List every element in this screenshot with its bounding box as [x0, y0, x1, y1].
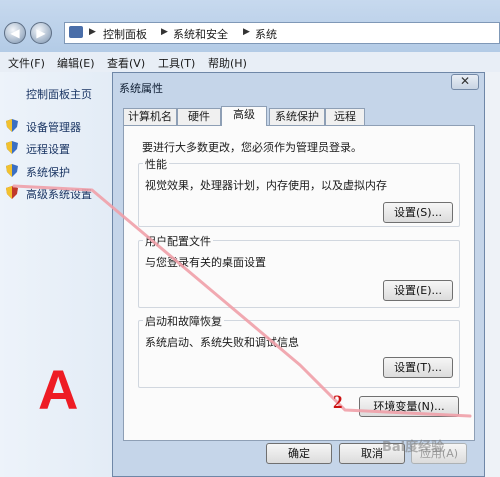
- watermark: Bai度经验: [382, 440, 445, 455]
- tab-advanced[interactable]: 高级: [221, 106, 267, 126]
- annotation-step-number: 2: [333, 392, 343, 413]
- annotation-letter-a: A: [38, 358, 79, 421]
